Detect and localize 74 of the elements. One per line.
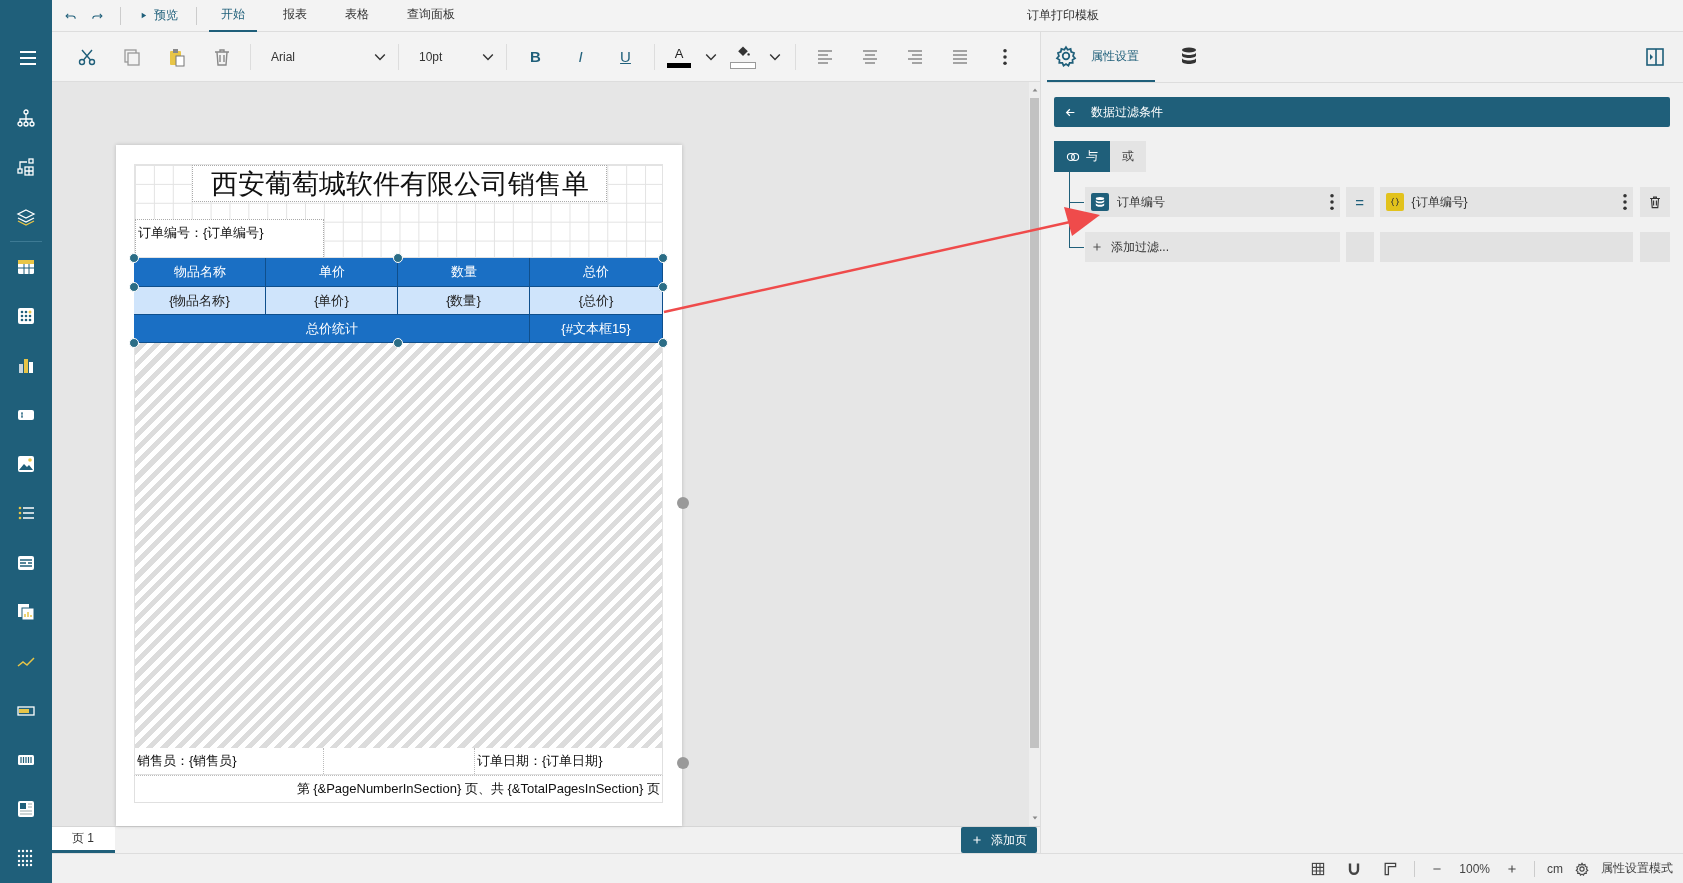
gear-icon (1055, 45, 1077, 67)
properties-tab[interactable]: 属性设置 (1047, 32, 1155, 82)
gear-icon (1575, 861, 1589, 876)
table-cell: {#文本框15} (530, 315, 663, 343)
report-title: 西安葡萄城软件有限公司销售单 (192, 165, 607, 202)
image-icon (16, 454, 36, 474)
operator-text[interactable]: = (1345, 187, 1374, 217)
panel-toggle-icon (1645, 47, 1665, 67)
plus-icon (971, 834, 983, 846)
add-filter-button[interactable]: 添加过滤... (1085, 232, 1340, 262)
page-number-text: 第 {&PageNumberInSection} 页、共 {&TotalPagesInSection} 页 (134, 775, 663, 803)
mode-text[interactable]: 属性设置模式 (1601, 860, 1673, 877)
ruler-icon (1382, 860, 1399, 877)
zoom-level: 100% (1459, 861, 1490, 876)
database-icon (1179, 46, 1199, 66)
org-chart-icon (16, 107, 36, 128)
font-select[interactable]: Arial (267, 41, 392, 72)
rich-text-icon (16, 799, 36, 820)
database-icon (1094, 196, 1106, 208)
table-header: 总价 (530, 258, 663, 287)
up-arrow-icon (1030, 86, 1039, 94)
more-icon (1623, 194, 1628, 210)
resize-handle[interactable] (677, 757, 689, 769)
resize-handle[interactable] (677, 497, 689, 509)
preview-button[interactable]: 预览 (133, 3, 184, 28)
font-size-select[interactable]: 10pt (415, 41, 500, 72)
selection-handle[interactable] (129, 253, 139, 263)
trash-icon (1648, 195, 1663, 209)
menu-tab[interactable]: 查询面板 (395, 0, 467, 32)
scrollbar[interactable] (1029, 82, 1040, 826)
down-arrow-icon (1030, 814, 1039, 822)
components-icon (16, 157, 36, 178)
delete-button[interactable] (1640, 187, 1670, 217)
unit-text[interactable]: cm (1547, 861, 1563, 876)
value-select[interactable]: {订单编号} (1379, 187, 1634, 217)
menu-tab[interactable]: 报表 (271, 0, 319, 32)
field-select[interactable]: 订单编号 (1085, 187, 1340, 217)
selection-handle[interactable] (393, 253, 403, 263)
plus-icon (1506, 862, 1518, 875)
table-cell: {单价} (266, 287, 398, 315)
document-title: 订单打印模板 (1027, 7, 1099, 24)
play-icon (139, 11, 148, 20)
logic-toggle[interactable]: 与 (1054, 141, 1110, 172)
table-header: 单价 (266, 258, 398, 287)
braces-icon (1388, 196, 1401, 208)
order-date-text: 订单日期：{订单日期} (476, 752, 604, 770)
filter-title: 数据过滤条件 (1091, 103, 1163, 121)
order-number-text: 订单编号：{订单编号} (135, 219, 324, 257)
more-icon (1002, 48, 1007, 65)
table-cell: {总价} (530, 287, 663, 315)
format-button[interactable]: I (558, 39, 603, 74)
selection-handle[interactable] (658, 253, 668, 263)
menu-icon (18, 48, 38, 68)
format-button[interactable]: B (513, 39, 558, 74)
page-tab[interactable]: 页 1 (52, 827, 115, 853)
grid-icon (16, 306, 36, 327)
table-header: 数量 (398, 258, 530, 287)
selection-handle[interactable] (129, 282, 139, 292)
table-cell: {数量} (398, 287, 530, 315)
font-color-button[interactable]: A (661, 45, 697, 68)
subreport-icon (16, 601, 36, 622)
more-icon (1329, 194, 1334, 210)
plus-icon (1091, 241, 1103, 253)
table-cell: 总价统计 (134, 315, 530, 343)
copy-icon (121, 46, 142, 67)
table-header: 物品名称 (134, 258, 266, 287)
menu-tab[interactable]: 表格 (333, 0, 381, 32)
add-page-button[interactable]: 添加页 (961, 827, 1037, 853)
logic-toggle[interactable]: 或 (1110, 141, 1146, 172)
format-button[interactable]: U (603, 39, 648, 74)
selection-handle[interactable] (658, 282, 668, 292)
salesperson-text: 销售员：{销售员} (135, 748, 324, 774)
grid-icon (1310, 860, 1327, 877)
table-cell: {物品名称} (134, 287, 266, 315)
